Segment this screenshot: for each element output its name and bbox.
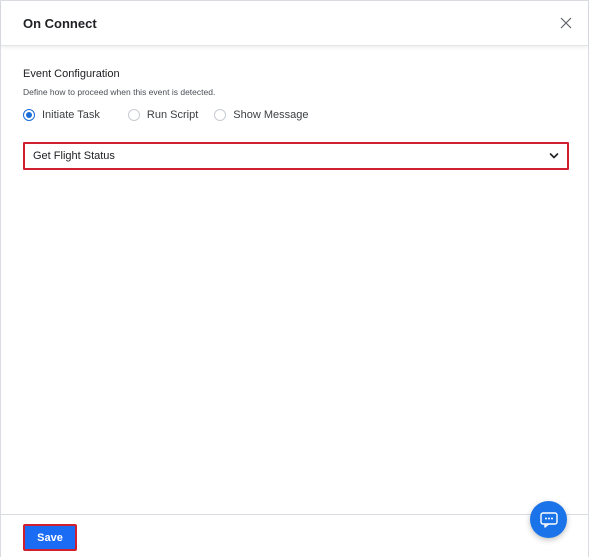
radio-label: Show Message [233,109,309,121]
chat-icon [539,511,558,528]
dialog-header: On Connect [1,1,588,46]
task-select-value: Get Flight Status [33,150,115,162]
close-icon[interactable] [560,17,572,29]
radio-label: Run Script [146,109,199,121]
radio-show-message[interactable]: Show Message [214,109,308,121]
event-configuration-title: Event Configuration [23,68,120,80]
radio-run-script[interactable]: Run Script [127,109,199,121]
radio-label: Initiate Task [42,109,100,121]
save-button[interactable]: Save [23,524,77,551]
radio-unchecked-icon [214,109,227,121]
on-connect-dialog: On Connect Event Configuration Define ho… [0,0,589,557]
dialog-footer [1,514,588,557]
task-select-dropdown[interactable]: Get Flight Status [23,142,569,170]
chat-button[interactable] [530,501,567,538]
event-configuration-description: Define how to proceed when this event is… [23,87,216,97]
chevron-down-icon [549,153,559,159]
action-radio-group: Initiate Task Run Script Show Message [23,108,324,122]
radio-unchecked-icon [127,109,140,121]
radio-checked-icon [23,109,35,121]
radio-initiate-task[interactable]: Initiate Task [23,109,100,121]
dialog-title: On Connect [23,16,97,31]
